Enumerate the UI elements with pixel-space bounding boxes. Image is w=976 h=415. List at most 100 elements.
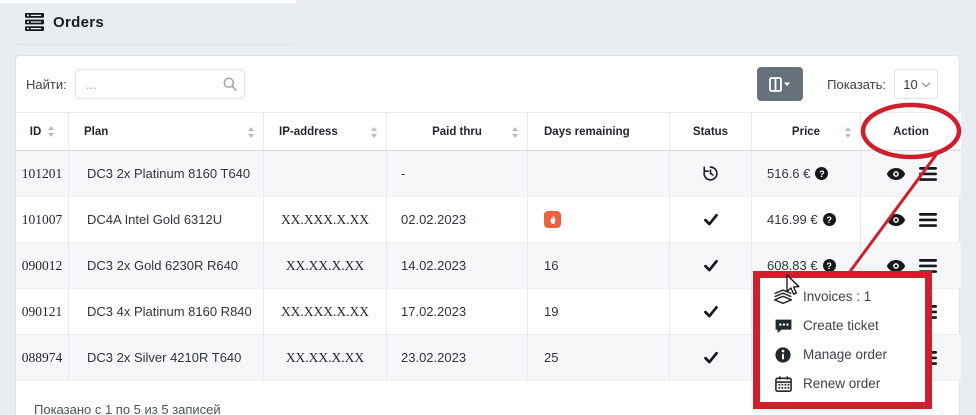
column-header-days-remaining: Days remaining	[528, 113, 670, 151]
ip-address-cell: XX.XXX.X.XX	[264, 197, 387, 243]
days-remaining-value: 25	[544, 350, 558, 365]
order-id-cell: 088974	[16, 335, 69, 381]
action-dropdown-menu: Invoices : 1 Create ticket Manage order Ren…	[760, 278, 925, 402]
page-title: Orders	[25, 13, 104, 31]
question-circle-icon[interactable]: ?	[823, 259, 836, 272]
order-id-cell: 101201	[16, 151, 69, 197]
orders-icon	[25, 13, 44, 31]
column-header-plan[interactable]: Plan	[69, 113, 264, 151]
status-cell	[670, 289, 752, 335]
column-header-status: Status	[670, 113, 752, 151]
menu-item-invoices-1[interactable]: Invoices : 1	[760, 282, 925, 311]
calendar-icon	[773, 376, 793, 392]
order-id-cell: 090012	[16, 243, 69, 289]
status-cell	[670, 151, 752, 197]
check-icon	[703, 213, 719, 226]
check-icon	[703, 259, 719, 272]
price-cell: 516.6 €?	[752, 151, 861, 197]
paid-thru-cell: 14.02.2023	[387, 243, 528, 289]
title-divider	[17, 44, 293, 45]
invoices-icon	[773, 288, 793, 305]
search-label: Найти:	[26, 77, 67, 92]
column-header-ip-address[interactable]: IP-address	[264, 113, 387, 151]
ip-address-cell: XX.XXX.X.XX	[264, 289, 387, 335]
sort-icon	[48, 126, 54, 137]
action-cell	[861, 151, 961, 197]
action-cell	[861, 197, 961, 243]
check-icon	[703, 351, 719, 364]
menu-item-label: Renew order	[803, 376, 880, 391]
order-id-cell: 090121	[16, 289, 69, 335]
column-header-action: Action	[861, 113, 961, 151]
bars-icon[interactable]	[919, 213, 937, 227]
price-value: 416.99 €	[767, 212, 818, 227]
column-label: ID	[30, 126, 42, 138]
days-remaining-cell	[528, 197, 670, 243]
bars-icon[interactable]	[919, 167, 937, 181]
paid-thru-cell: 02.02.2023	[387, 197, 528, 243]
sort-icon	[845, 127, 851, 138]
paid-thru-cell: 17.02.2023	[387, 289, 528, 335]
column-label: Price	[792, 126, 820, 138]
status-cell	[670, 335, 752, 381]
eye-icon[interactable]	[886, 213, 906, 227]
days-remaining-cell: 19	[528, 289, 670, 335]
menu-item-create-ticket[interactable]: Create ticket	[760, 311, 925, 340]
column-label: Status	[693, 126, 728, 138]
table-row: 101007DC4A Intel Gold 6312UXX.XXX.X.XX02…	[16, 197, 959, 243]
paid-thru-cell: 23.02.2023	[387, 335, 528, 381]
menu-item-label: Invoices : 1	[803, 289, 871, 304]
page-title-text: Orders	[53, 14, 104, 31]
plan-cell: DC3 2x Silver 4210R T640	[69, 335, 264, 381]
status-cell	[670, 197, 752, 243]
menu-item-label: Manage order	[803, 347, 887, 362]
days-remaining-value: 19	[544, 304, 558, 319]
ip-address-cell: XX.XX.X.XX	[264, 335, 387, 381]
page-size-label: Показать:	[827, 77, 886, 92]
plan-cell: DC3 4x Platinum 8160 R840	[69, 289, 264, 335]
create-ticket-icon	[773, 318, 793, 334]
column-label: Paid thru	[432, 126, 482, 138]
search-input[interactable]	[75, 69, 245, 99]
question-circle-icon[interactable]: ?	[823, 213, 836, 226]
menu-item-manage-order[interactable]: Manage order	[760, 340, 925, 369]
ip-address-cell: XX.XX.X.XX	[264, 243, 387, 289]
column-label: IP-address	[279, 126, 338, 138]
column-header-id[interactable]: ID	[16, 113, 69, 151]
plan-cell: DC3 2x Gold 6230R R640	[69, 243, 264, 289]
page-size-value: 10	[903, 77, 917, 92]
order-id-cell: 101007	[16, 197, 69, 243]
records-summary: Показано с 1 по 5 из 5 записей	[34, 402, 221, 415]
price-value: 608.83 €	[767, 258, 818, 273]
days-remaining-cell: 16	[528, 243, 670, 289]
history-icon	[702, 165, 719, 182]
menu-item-renew-order[interactable]: Renew order	[760, 369, 925, 398]
price-cell: 416.99 €?	[752, 197, 861, 243]
price-value: 516.6 €	[767, 166, 810, 181]
eye-icon[interactable]	[886, 167, 906, 181]
ip-address-cell	[264, 151, 387, 197]
search-icon	[223, 77, 237, 96]
sort-icon	[512, 127, 518, 138]
page-size-select[interactable]: 10	[894, 69, 938, 99]
chevron-down-icon	[921, 78, 929, 86]
columns-icon	[769, 77, 791, 92]
question-circle-icon[interactable]: ?	[815, 167, 828, 180]
column-header-price[interactable]: Price	[752, 113, 861, 151]
info-circle-icon	[773, 347, 793, 363]
table-toolbar: Найти:	[16, 56, 959, 112]
sort-icon	[371, 127, 377, 138]
days-remaining-cell	[528, 151, 670, 197]
bars-icon[interactable]	[919, 259, 937, 273]
menu-item-label: Create ticket	[803, 318, 879, 333]
plan-cell: DC3 2x Platinum 8160 T640	[69, 151, 264, 197]
column-header-paid-thru[interactable]: Paid thru	[387, 113, 528, 151]
paid-thru-cell: -	[387, 151, 528, 197]
column-label: Days remaining	[544, 126, 630, 138]
eye-icon[interactable]	[886, 259, 906, 273]
table-row: 101201DC3 2x Platinum 8160 T640 - 516.6 €?	[16, 151, 959, 197]
sort-icon	[248, 127, 254, 138]
days-remaining-cell: 25	[528, 335, 670, 381]
column-visibility-button[interactable]	[757, 67, 803, 101]
table-header-row: ID Plan IP-address Paid thru Days remaining S…	[16, 113, 959, 151]
